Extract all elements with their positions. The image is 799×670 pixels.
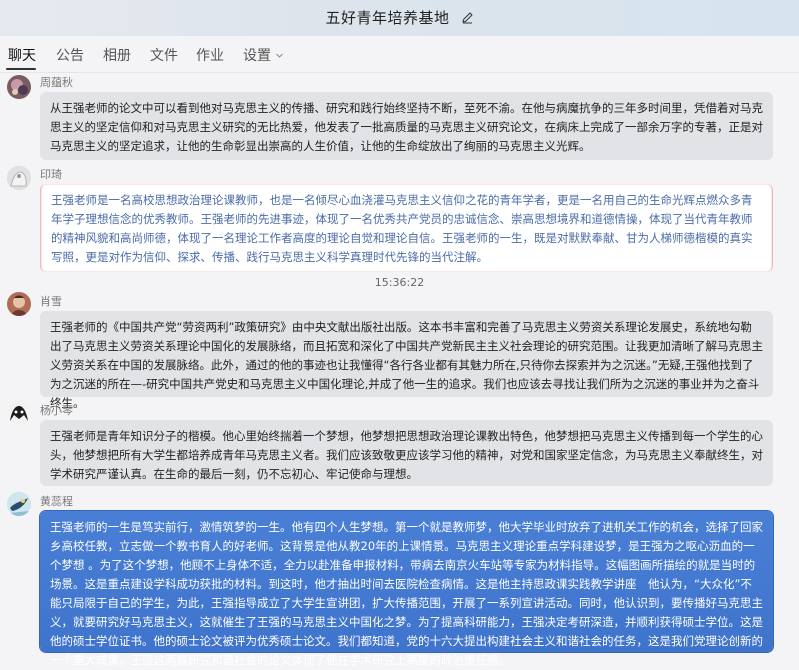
tab-settings-label: 设置 [243,48,271,64]
message-bubble[interactable]: 王强老师是一名高校思想政治理论课教师，也是一名倾尽心血浇灌马克思主义信仰之花的青… [40,184,773,272]
tab-album[interactable]: 相册 [103,45,131,65]
tab-settings[interactable]: 设置 [243,45,284,65]
message-timestamp: 15:36:22 [374,276,425,289]
chevron-down-icon [275,48,284,64]
sender-name: 周蕴秋 [40,76,73,89]
active-tab-indicator [6,68,36,70]
edit-icon[interactable] [461,9,474,28]
sender-name: 肖雪 [40,295,62,308]
message-bubble[interactable]: 王强老师是青年知识分子的楷模。他心里始终揣着一个梦想，他梦想把思想政治理论课教出… [40,420,773,486]
group-title: 五好青年培养基地 [325,9,450,27]
message-bubble[interactable]: 王强老师的《中国共产党“劳资两利”政策研究》由中央文献出版社出版。这本书丰富和完… [40,311,773,410]
title-wrap: 五好青年培养基地 [0,7,799,28]
sender-name: 印琦 [40,168,62,181]
tab-announcements[interactable]: 公告 [56,45,84,65]
tab-files[interactable]: 文件 [150,45,178,65]
message-bubble-selected[interactable]: 王强老师的一生是笃实前行，激情筑梦的一生。他有四个人生梦想。第一个就是教师梦，他… [40,511,773,667]
title-bar: 五好青年培养基地 [0,0,799,36]
tab-homework[interactable]: 作业 [196,45,224,65]
avatar[interactable] [7,401,31,425]
tab-bar: 聊天 公告 相册 文件 作业 设置 [0,36,799,73]
sender-name: 杨小琴 [40,404,73,417]
avatar[interactable] [7,75,31,99]
tab-chat[interactable]: 聊天 [8,45,36,65]
avatar[interactable] [7,166,31,190]
avatar[interactable] [7,492,31,516]
sender-name: 黄蕊程 [40,495,73,508]
message-bubble[interactable]: 从王强老师的论文中可以看到他对马克思主义的传播、研究和践行始终坚持不断，至死不渝… [40,92,773,160]
avatar[interactable] [7,292,31,316]
